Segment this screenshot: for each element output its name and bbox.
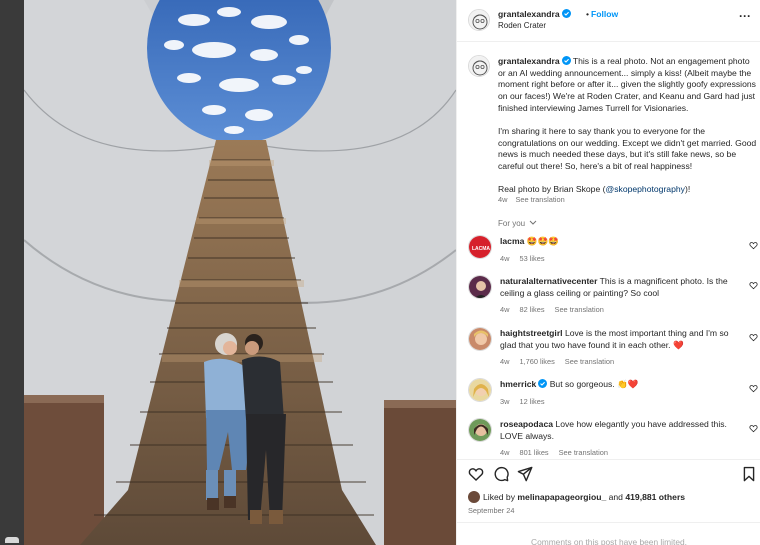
comment-username[interactable]: hmerrick xyxy=(500,379,536,389)
like-heart-icon[interactable] xyxy=(468,466,484,482)
commenter-avatar-hmerrick[interactable] xyxy=(468,378,492,402)
comment-username[interactable]: roseapodaca xyxy=(500,419,553,429)
liker-avatar xyxy=(468,491,480,503)
liked-by-summary[interactable]: Liked by melinapapageorgiou_ and 419,881… xyxy=(468,491,685,503)
author-username-text[interactable]: grantalexandra xyxy=(498,9,560,19)
for-you-filter[interactable]: For you xyxy=(498,219,537,228)
comment-body: 🤩🤩🤩 xyxy=(526,236,559,246)
verified-badge-icon xyxy=(561,9,571,18)
post-actions-bar: Liked by melinapapageorgiou_ and 419,881… xyxy=(457,459,760,545)
edge-tab xyxy=(5,537,19,543)
comment-see-translation[interactable]: See translation xyxy=(565,357,614,366)
post-details-panel: grantalexandra • Follow Roden Crater ···… xyxy=(456,0,760,545)
liked-by-prefix: Liked by xyxy=(483,492,518,502)
comment-text: hmerrick But so gorgeous. 👏❤️ xyxy=(500,379,740,391)
lacma-avatar-label: LACMA xyxy=(472,246,490,252)
comment-text: lacma 🤩🤩🤩 xyxy=(500,236,740,248)
comment-body: But so gorgeous. 👏❤️ xyxy=(549,379,639,389)
separator-dot: • xyxy=(586,9,590,19)
comment-likes[interactable]: 801 likes xyxy=(519,448,548,457)
comment-meta: 4w 801 likes See translation xyxy=(500,448,618,457)
like-comment-heart-icon[interactable] xyxy=(749,384,758,393)
comment-likes[interactable]: 82 likes xyxy=(519,305,544,314)
commenter-avatar-haightstreetgirl[interactable] xyxy=(468,327,492,351)
like-comment-heart-icon[interactable] xyxy=(749,241,758,250)
comment-likes[interactable]: 1,760 likes xyxy=(519,357,554,366)
lacma-avatar-image: LACMA xyxy=(469,236,491,258)
post-location[interactable]: Roden Crater xyxy=(498,21,546,30)
caption-paragraph-2: I'm sharing it here to say thank you to … xyxy=(498,126,757,172)
roseapodaca-avatar-image xyxy=(469,419,491,441)
comment-meta: 3w 12 likes xyxy=(500,397,555,406)
comment-age: 4w xyxy=(500,357,510,366)
photographer-mention-link[interactable]: @skopephotography xyxy=(606,184,685,194)
comment-meta: 4w 82 likes See translation xyxy=(500,305,614,314)
like-comment-heart-icon[interactable] xyxy=(749,424,758,433)
caption-username[interactable]: grantalexandra xyxy=(498,56,560,66)
liked-by-middle: and xyxy=(606,492,626,502)
like-comment-heart-icon[interactable] xyxy=(749,281,758,290)
save-bookmark-icon[interactable] xyxy=(741,466,757,482)
caption-avatar-image xyxy=(469,56,489,76)
comment-text: haightstreetgirl Love is the most import… xyxy=(500,328,740,351)
liked-by-user[interactable]: melinapapageorgiou_ xyxy=(517,492,606,502)
author-avatar-image xyxy=(469,10,489,30)
caption-see-translation[interactable]: See translation xyxy=(515,195,564,204)
roden-crater-staircase-image xyxy=(24,0,456,545)
post-header: grantalexandra • Follow Roden Crater ··· xyxy=(457,0,760,42)
caption-verified-badge-icon xyxy=(561,56,571,65)
comment-age: 4w xyxy=(500,305,510,314)
for-you-label[interactable]: For you xyxy=(498,219,525,228)
caption-credit-suffix: )! xyxy=(684,184,691,195)
comment-meta: 4w 53 likes xyxy=(500,254,555,263)
comment-bubble-icon[interactable] xyxy=(493,466,509,482)
comment-age: 4w xyxy=(500,448,510,457)
caption-paragraph-1: grantalexandra This is a real photo. Not… xyxy=(498,56,758,115)
follow-button[interactable]: Follow xyxy=(591,9,618,19)
caption-meta: 4w See translation xyxy=(498,195,565,204)
caption-age: 4w xyxy=(498,195,508,204)
post-caption: grantalexandra This is a real photo. Not… xyxy=(498,56,758,208)
liked-by-count[interactable]: 419,881 others xyxy=(625,492,685,502)
post-photo[interactable] xyxy=(24,0,456,545)
commenter-avatar-naturalalternativecenter[interactable] xyxy=(468,275,492,299)
author-username[interactable]: grantalexandra xyxy=(498,9,571,19)
comment-age: 3w xyxy=(500,397,510,406)
chevron-down-icon xyxy=(530,220,537,225)
comment-text: roseapodaca Love how elegantly you have … xyxy=(500,419,740,442)
commenter-avatar-roseapodaca[interactable] xyxy=(468,418,492,442)
comment-meta: 4w 1,760 likes See translation xyxy=(500,357,624,366)
naturalalternativecenter-avatar-image xyxy=(469,276,491,298)
comment-age: 4w xyxy=(500,254,510,263)
author-avatar[interactable] xyxy=(468,9,490,31)
commenter-avatar-lacma[interactable]: LACMA xyxy=(468,235,492,259)
comments-limited-notice: Comments on this post have been limited. xyxy=(457,522,760,545)
comment-username[interactable]: haightstreetgirl xyxy=(500,328,563,338)
share-send-icon[interactable] xyxy=(517,466,533,482)
comment-see-translation[interactable]: See translation xyxy=(555,305,604,314)
caption-credit-prefix: Real photo by Brian Skope ( xyxy=(498,184,606,195)
window-left-edge xyxy=(0,0,24,545)
caption-author-avatar[interactable] xyxy=(468,55,490,77)
comment-likes[interactable]: 12 likes xyxy=(519,397,544,406)
haightstreetgirl-avatar-image xyxy=(469,328,491,350)
comment-username[interactable]: lacma xyxy=(500,236,524,246)
hmerrick-avatar-image xyxy=(469,379,491,401)
like-comment-heart-icon[interactable] xyxy=(749,333,758,342)
comment-text: naturalalternativecenter This is a magni… xyxy=(500,276,740,299)
more-options-icon[interactable]: ··· xyxy=(739,9,751,23)
comment-username[interactable]: naturalalternativecenter xyxy=(500,276,597,286)
comment-likes[interactable]: 53 likes xyxy=(519,254,544,263)
comment-see-translation[interactable]: See translation xyxy=(559,448,608,457)
commenter-verified-badge-icon xyxy=(538,379,548,388)
post-date[interactable]: September 24 xyxy=(468,506,514,515)
